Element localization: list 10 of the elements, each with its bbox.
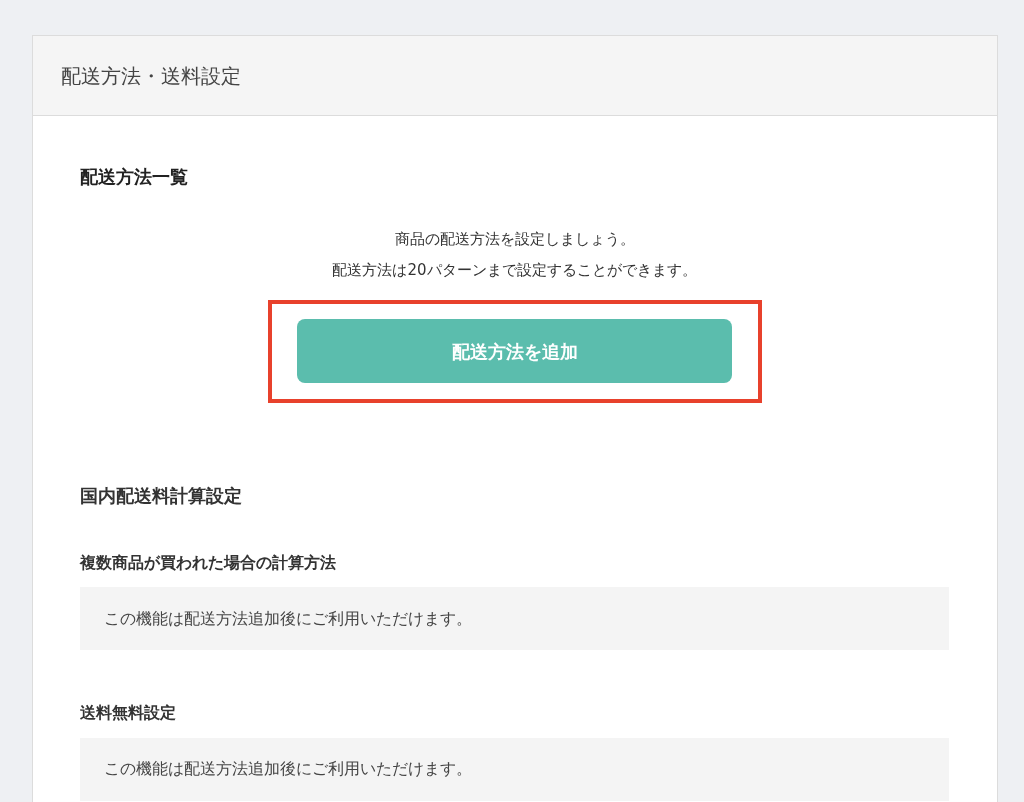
intro-text: 配送方法は20パターンまで設定することができます。 — [331, 259, 698, 281]
add-shipping-button[interactable]: 配送方法を追加 — [297, 319, 732, 384]
intro-text: 商品の配送方法を設定しましょう。 — [393, 228, 636, 250]
section-heading: 国内配送料計算設定 — [80, 484, 243, 507]
setting-label: 複数商品が買われた場合の計算方法 — [80, 553, 337, 573]
notice-box: この機能は配送方法追加後にご利用いただけます。 — [80, 737, 949, 801]
card-title: 配送方法・送料設定 — [61, 62, 241, 90]
section-heading: 配送方法一覧 — [80, 166, 189, 188]
notice-box: この機能は配送方法追加後にご利用いただけます。 — [80, 587, 949, 651]
setting-label: 送料無料設定 — [80, 703, 177, 723]
